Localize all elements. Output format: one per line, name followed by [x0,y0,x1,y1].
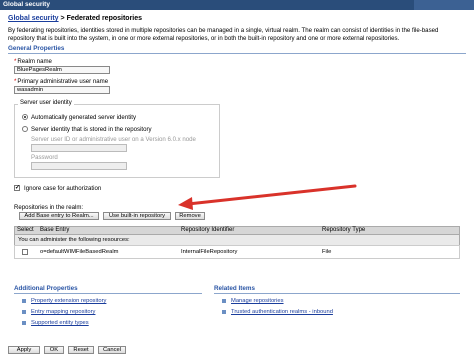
window-titlebar: Global security [0,0,474,10]
general-properties-heading: General Properties [8,45,65,52]
related-items-heading: Related Items [214,285,255,292]
realm-name-label: *Realm name [14,58,52,65]
admin-user-input[interactable]: wasadmin [14,86,110,94]
additional-properties-divider [14,293,202,294]
password-label: Password [31,154,58,161]
bullet-icon [22,310,26,314]
admin-note: You can administer the following resourc… [18,237,130,243]
server-identity-legend: Server user identity [18,100,74,106]
row-select-checkbox[interactable] [22,249,28,255]
bullet-icon [22,299,26,303]
titlebar-controls [414,0,474,10]
row-repository-type: File [322,249,332,255]
remove-button[interactable]: Remove [175,212,205,220]
additional-properties-heading: Additional Properties [14,285,78,292]
server-userid-label: Server user ID or administrative user on… [31,136,196,143]
breadcrumb-global-security-link[interactable]: Global security [8,15,59,22]
column-repository-type[interactable]: Repository Type [322,226,365,235]
column-select[interactable]: Select [17,226,34,235]
auto-identity-label: Automatically generated server identity [31,114,137,121]
cancel-button[interactable]: Cancel [98,346,126,354]
server-userid-input[interactable] [31,144,127,152]
breadcrumb: Global security > Federated repositories [8,15,142,22]
window-title: Global security [3,1,50,8]
row-repository-identifier: InternalFileRepository [181,249,238,255]
ignore-case-checkbox[interactable]: ✓ [14,185,20,191]
related-items-divider [214,293,460,294]
repositories-table-header [14,226,460,235]
bullet-icon [222,310,226,314]
column-repository-identifier[interactable]: Repository Identifier [181,226,234,235]
row-base-entry[interactable]: o=defaultWIMFileBasedRealm [40,248,118,256]
entry-mapping-link[interactable]: Entry mapping repository [31,308,95,316]
general-properties-divider [8,53,466,54]
breadcrumb-current: Federated repositories [66,15,143,22]
property-extension-link[interactable]: Property extension repository [31,297,106,305]
apply-button[interactable]: Apply [8,346,40,354]
admin-user-label: *Primary administrative user name [14,78,109,85]
ignore-case-label: Ignore case for authorization [24,185,102,192]
column-base-entry[interactable]: Base Entry [40,226,69,235]
supported-entity-types-link[interactable]: Supported entity types [31,319,89,327]
ok-button[interactable]: OK [44,346,64,354]
manage-repositories-link[interactable]: Manage repositories [231,297,284,305]
realm-name-input[interactable]: BluePagesRealm [14,66,110,74]
breadcrumb-separator: > [58,15,67,22]
page-description: By federating repositories, identities s… [8,27,439,43]
reset-button[interactable]: Reset [68,346,94,354]
auto-identity-radio[interactable] [22,114,28,120]
bullet-icon [222,299,226,303]
trusted-realms-link[interactable]: Trusted authentication realms - inbound [231,308,333,316]
stored-identity-radio[interactable] [22,126,28,132]
repositories-heading: Repositories in the realm: [14,204,84,211]
password-input[interactable] [31,162,127,170]
bullet-icon [22,321,26,325]
add-base-entry-button[interactable]: Add Base entry to Realm... [19,212,99,220]
use-builtin-repository-button[interactable]: Use built-in repository [103,212,171,220]
stored-identity-label: Server identity that is stored in the re… [31,126,152,133]
